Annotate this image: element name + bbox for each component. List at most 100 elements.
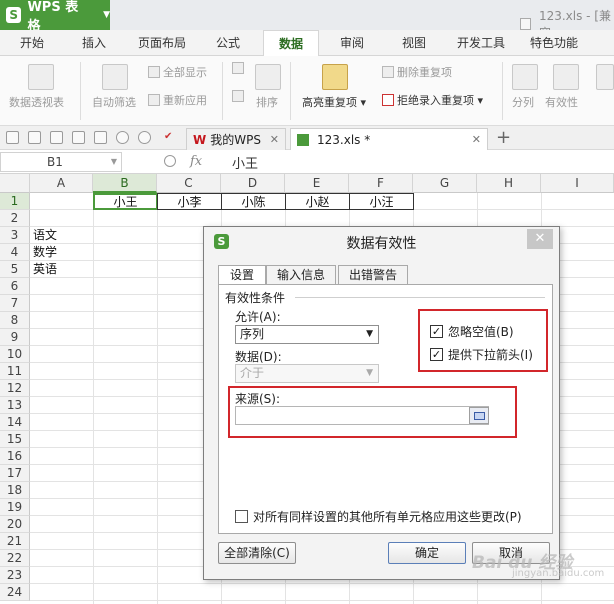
row-header-4[interactable]: 4 (0, 244, 30, 261)
allow-select[interactable]: 序列 ▼ (235, 325, 379, 344)
col-header-b[interactable]: B (93, 174, 157, 193)
row-header-2[interactable]: 2 (0, 210, 30, 227)
cell-c1[interactable]: 小李 (157, 193, 222, 210)
pivot-table-button[interactable]: 数据透视表 (9, 94, 64, 110)
row-header-18[interactable]: 18 (0, 482, 30, 499)
select-all-corner[interactable] (0, 174, 30, 193)
row-header-12[interactable]: 12 (0, 380, 30, 397)
folder-icon[interactable] (6, 131, 19, 144)
col-header-g[interactable]: G (413, 174, 477, 193)
undo-icon[interactable] (116, 131, 129, 144)
data-select[interactable]: 介于 ▼ (235, 364, 379, 383)
reject-duplicates-button[interactable]: 拒绝录入重复项 ▾ (382, 92, 483, 108)
fx-icon[interactable]: fx (190, 154, 202, 169)
tab-home[interactable]: 开始 (20, 30, 44, 56)
row-header-24[interactable]: 24 (0, 584, 30, 601)
row-header-11[interactable]: 11 (0, 363, 30, 380)
cell-a4[interactable]: 数学 (33, 244, 57, 261)
row-header-15[interactable]: 15 (0, 431, 30, 448)
save-icon[interactable] (28, 131, 41, 144)
row-header-1[interactable]: 1 (0, 193, 30, 210)
row-header-14[interactable]: 14 (0, 414, 30, 431)
row-header-5[interactable]: 5 (0, 261, 30, 278)
name-box[interactable]: B1 ▼ (0, 152, 122, 172)
tab-review[interactable]: 审阅 (340, 30, 364, 56)
quick-access-bar: ✔ W 我的WPS ✕ 123.xls * ✕ + (0, 126, 614, 150)
wps-w-icon: W (193, 132, 207, 147)
tab-page-layout[interactable]: 页面布局 (138, 30, 186, 56)
row-header-9[interactable]: 9 (0, 329, 30, 346)
highlight-duplicates-button[interactable]: 高亮重复项 ▾ (302, 94, 366, 110)
row-header-23[interactable]: 23 (0, 567, 30, 584)
filter-clear-icon (148, 66, 160, 78)
tab-data[interactable]: 数据 (263, 30, 319, 56)
print-preview-icon[interactable] (94, 131, 107, 144)
name-box-value: B1 (47, 155, 63, 169)
row-header-7[interactable]: 7 (0, 295, 30, 312)
col-header-a[interactable]: A (30, 174, 93, 193)
row-header-20[interactable]: 20 (0, 516, 30, 533)
col-header-d[interactable]: D (221, 174, 285, 193)
row-header-19[interactable]: 19 (0, 499, 30, 516)
print-icon[interactable] (72, 131, 85, 144)
sort-icon (255, 64, 281, 90)
document-icon (520, 18, 531, 30)
apply-all-checkbox[interactable] (235, 510, 248, 523)
sort-asc-button[interactable] (232, 62, 247, 75)
new-tab-icon[interactable]: + (496, 127, 511, 148)
tab-developer[interactable]: 开发工具 (457, 30, 505, 56)
dialog-title: 数据有效性 (346, 236, 417, 252)
row-header-10[interactable]: 10 (0, 346, 30, 363)
col-header-f[interactable]: F (349, 174, 413, 193)
redo-icon[interactable] (138, 131, 151, 144)
tab-input-message[interactable]: 输入信息 (266, 265, 336, 285)
tab-insert[interactable]: 插入 (82, 30, 106, 56)
doc-tab-home[interactable]: W 我的WPS ✕ (186, 128, 286, 150)
cell-e1[interactable]: 小赵 (285, 193, 350, 210)
sort-button[interactable]: 排序 (256, 94, 278, 110)
row-header-17[interactable]: 17 (0, 465, 30, 482)
cell-a3[interactable]: 语文 (33, 227, 57, 244)
row-header-13[interactable]: 13 (0, 397, 30, 414)
cell-a5[interactable]: 英语 (33, 261, 57, 278)
tab-view[interactable]: 视图 (402, 30, 426, 56)
tab-formulas[interactable]: 公式 (216, 30, 240, 56)
delete-duplicates-button[interactable]: 删除重复项 (382, 64, 452, 80)
row-header-21[interactable]: 21 (0, 533, 30, 550)
row-header-16[interactable]: 16 (0, 448, 30, 465)
col-header-h[interactable]: H (477, 174, 541, 193)
reapply-button[interactable]: 重新应用 (148, 92, 207, 108)
validity-button[interactable]: 有效性 (545, 94, 578, 110)
cell-b1[interactable]: 小王 (93, 193, 158, 210)
col-header-e[interactable]: E (285, 174, 349, 193)
zoom-icon[interactable] (164, 155, 176, 167)
sort-desc-button[interactable] (232, 90, 247, 103)
col-header-c[interactable]: C (157, 174, 221, 193)
row-header-8[interactable]: 8 (0, 312, 30, 329)
tab-settings[interactable]: 设置 (218, 265, 266, 286)
col-header-i[interactable]: I (541, 174, 614, 193)
clear-all-button[interactable]: 全部清除(C) (218, 542, 296, 564)
close-icon[interactable]: ✕ (527, 229, 553, 249)
doc-tab-file[interactable]: 123.xls * ✕ (290, 128, 488, 150)
close-icon[interactable]: ✕ (472, 133, 481, 146)
export-pdf-icon[interactable] (50, 131, 63, 144)
app-menu-button[interactable]: S WPS 表格 ▼ (0, 0, 110, 34)
row-header-22[interactable]: 22 (0, 550, 30, 567)
ok-button[interactable]: 确定 (388, 542, 466, 564)
tab-error-alert[interactable]: 出错警告 (338, 265, 408, 285)
cell-d1[interactable]: 小陈 (221, 193, 286, 210)
close-icon[interactable]: ✕ (270, 133, 279, 146)
tab-special[interactable]: 特色功能 (530, 30, 578, 56)
more-tools-icon (596, 64, 614, 90)
customize-icon[interactable]: ✔ (164, 131, 177, 144)
data-label: 数据(D): (235, 350, 282, 364)
row-header-6[interactable]: 6 (0, 278, 30, 295)
autofilter-button[interactable]: 自动筛选 (92, 94, 136, 110)
cell-f1[interactable]: 小汪 (349, 193, 414, 210)
row-header-3[interactable]: 3 (0, 227, 30, 244)
grid-line (30, 600, 614, 601)
formula-input[interactable]: 小王 (232, 153, 258, 172)
show-all-button[interactable]: 全部显示 (148, 64, 207, 80)
split-column-button[interactable]: 分列 (512, 94, 534, 110)
